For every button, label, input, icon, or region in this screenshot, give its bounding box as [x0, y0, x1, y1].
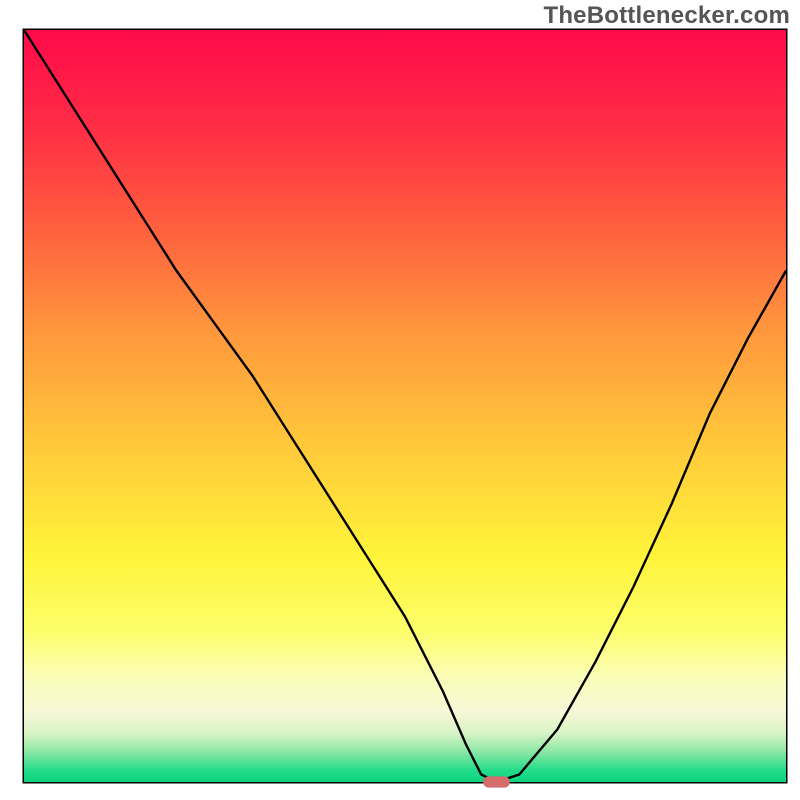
plot-background	[24, 30, 786, 782]
optimal-marker	[483, 776, 510, 787]
watermark-text: TheBottlenecker.com	[543, 2, 790, 30]
chart-svg	[0, 0, 800, 800]
bottleneck-chart: TheBottlenecker.com	[0, 0, 800, 800]
